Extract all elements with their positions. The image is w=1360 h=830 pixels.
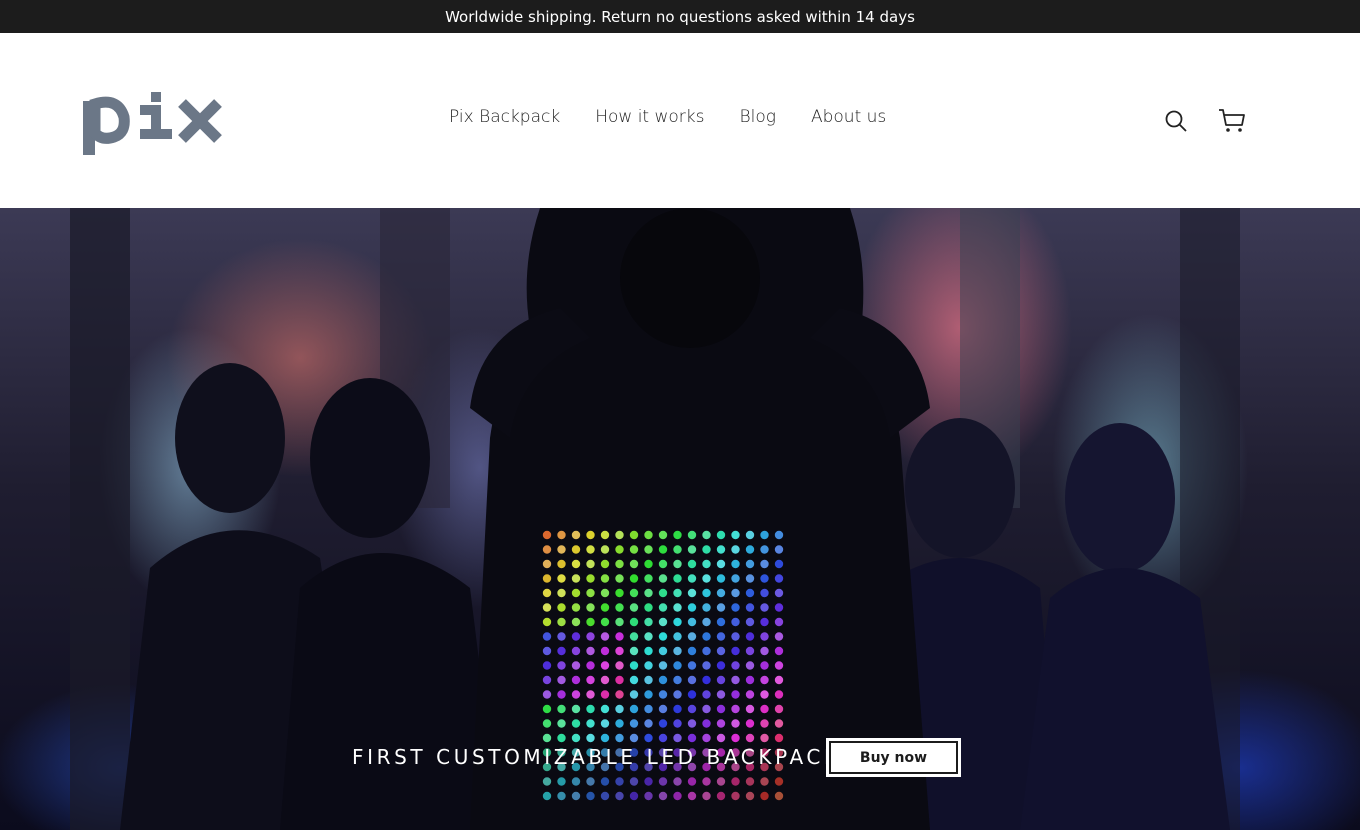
site-header: Pix Backpack How it works Blog About us: [0, 33, 1360, 208]
cart-icon: [1219, 109, 1245, 132]
cart-button[interactable]: [1218, 107, 1246, 135]
logo[interactable]: [80, 77, 230, 167]
logo-icon: [83, 92, 222, 155]
search-icon: [1165, 110, 1187, 132]
nav-item-how-it-works[interactable]: How it works: [595, 107, 704, 127]
buy-now-button[interactable]: Buy now: [826, 738, 961, 777]
nav-item-about-us[interactable]: About us: [811, 107, 886, 127]
hero-banner: FIRST CUSTOMIZABLE LED BACKPACK Buy now: [0, 208, 1360, 830]
buy-now-label: Buy now: [859, 749, 928, 766]
announcement-text: Worldwide shipping. Return no questions …: [445, 7, 915, 26]
nav-item-pix-backpack[interactable]: Pix Backpack: [449, 107, 560, 127]
announcement-bar: Worldwide shipping. Return no questions …: [0, 0, 1360, 33]
hero-image: [70, 208, 1240, 830]
nav-item-blog[interactable]: Blog: [740, 107, 776, 127]
hero-caption: FIRST CUSTOMIZABLE LED BACKPACK: [352, 745, 841, 769]
search-button[interactable]: [1162, 107, 1190, 135]
main-nav: Pix Backpack How it works Blog About us: [449, 107, 886, 127]
